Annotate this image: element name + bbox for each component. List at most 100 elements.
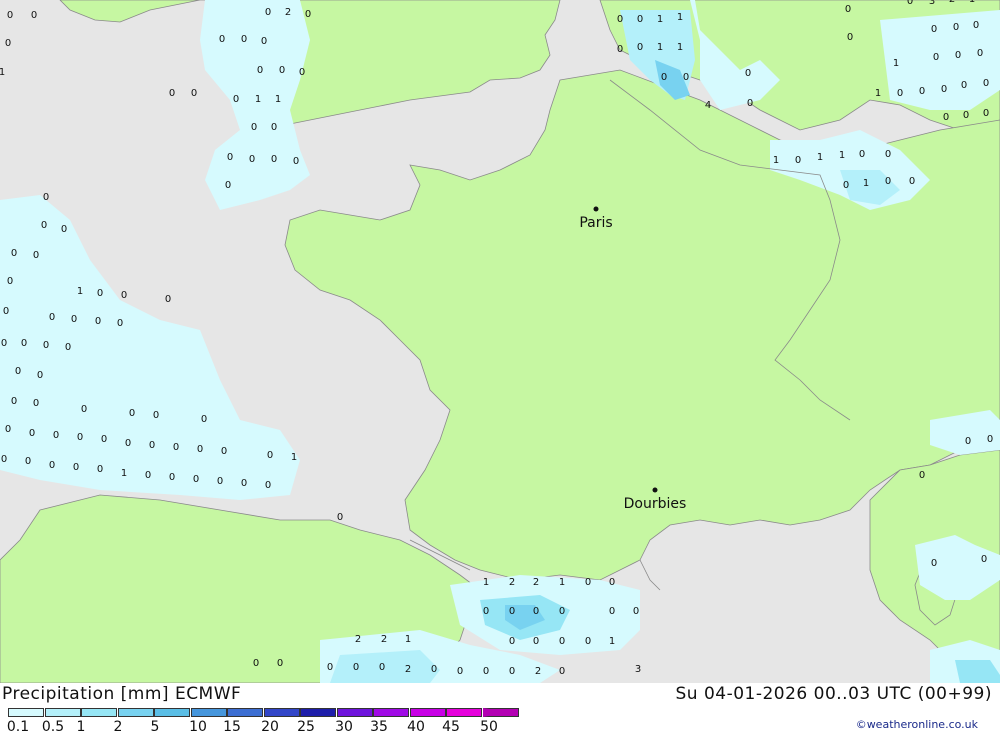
precip-value: 1 bbox=[559, 577, 565, 588]
precip-value: 1 bbox=[657, 14, 663, 25]
precip-value: 1 bbox=[969, 0, 975, 5]
precip-value: 2 bbox=[355, 634, 361, 645]
precip-value: 0 bbox=[431, 664, 437, 675]
precip-value: 0 bbox=[983, 108, 989, 119]
precip-value: 0 bbox=[233, 94, 239, 105]
precip-value: 1 bbox=[121, 468, 127, 479]
precip-value: 0 bbox=[379, 662, 385, 673]
precip-value: 0 bbox=[97, 288, 103, 299]
precip-value: 0 bbox=[953, 22, 959, 33]
legend-swatch bbox=[336, 708, 373, 717]
precip-value: 0 bbox=[609, 606, 615, 617]
precip-value: 0 bbox=[559, 636, 565, 647]
precip-value: 3 bbox=[929, 0, 935, 7]
precip-value: 1 bbox=[609, 636, 615, 647]
precip-value: 0 bbox=[931, 558, 937, 569]
precip-value: 0 bbox=[327, 662, 333, 673]
precip-value: 0 bbox=[77, 432, 83, 443]
precip-value: 0 bbox=[125, 438, 131, 449]
precip-value: 0 bbox=[483, 666, 489, 677]
precip-value: 0 bbox=[981, 554, 987, 565]
precip-value: 0 bbox=[121, 290, 127, 301]
precip-value: 0 bbox=[919, 470, 925, 481]
precip-value: 0 bbox=[149, 440, 155, 451]
precip-value: 0 bbox=[559, 606, 565, 617]
precip-value: 0 bbox=[933, 52, 939, 63]
precip-value: 0 bbox=[5, 424, 11, 435]
precip-value: 0 bbox=[191, 88, 197, 99]
precip-value: 1 bbox=[657, 42, 663, 53]
precip-value: 0 bbox=[169, 88, 175, 99]
precip-value: 0 bbox=[49, 460, 55, 471]
legend-swatch bbox=[190, 708, 227, 717]
precip-value: 0 bbox=[977, 48, 983, 59]
precip-value: 0 bbox=[201, 414, 207, 425]
precip-value: 0 bbox=[257, 65, 263, 76]
precip-value: 0 bbox=[271, 122, 277, 133]
precip-value: 1 bbox=[893, 58, 899, 69]
credit-link[interactable]: ©weatheronline.co.uk bbox=[856, 718, 978, 731]
precip-value: 0 bbox=[117, 318, 123, 329]
precip-value: 0 bbox=[843, 180, 849, 191]
legend-swatch bbox=[81, 708, 117, 717]
precip-value: 0 bbox=[885, 176, 891, 187]
precip-value: 3 bbox=[635, 664, 641, 675]
precip-value: 1 bbox=[677, 12, 683, 23]
precip-value: 0 bbox=[271, 154, 277, 165]
precip-value: 0 bbox=[33, 250, 39, 261]
precip-value: 0 bbox=[129, 408, 135, 419]
precip-value: 0 bbox=[683, 72, 689, 83]
precip-value: 0 bbox=[241, 478, 247, 489]
precip-value: 0 bbox=[267, 450, 273, 461]
legend-swatch bbox=[263, 708, 300, 717]
precip-value: 0 bbox=[21, 338, 27, 349]
precip-value: 0 bbox=[633, 606, 639, 617]
precip-value: 0 bbox=[955, 50, 961, 61]
precip-value: 0 bbox=[457, 666, 463, 677]
precipitation-map[interactable]: 0 0 0 2 0 0 0 0 0 1 0 0 0 0 0 0 1 1 0 0 0 0 0 0 0 0 0 0 0 0 0 1 0 0 0 0 0 0 0 0… bbox=[0, 0, 1000, 683]
precip-value: 0 bbox=[637, 14, 643, 25]
precip-value: 0 bbox=[11, 248, 17, 259]
precip-value: 0 bbox=[585, 636, 591, 647]
precip-value: 0 bbox=[353, 662, 359, 673]
precip-value: 0 bbox=[227, 152, 233, 163]
precip-value: 0 bbox=[973, 20, 979, 31]
svg-text:Dourbies: Dourbies bbox=[624, 496, 687, 512]
precip-value: 0 bbox=[983, 78, 989, 89]
precip-value: 0 bbox=[217, 476, 223, 487]
precip-value: 0 bbox=[71, 314, 77, 325]
precip-value: 0 bbox=[197, 444, 203, 455]
precip-value: 0 bbox=[249, 154, 255, 165]
precip-value: 2 bbox=[509, 577, 515, 588]
precip-value: 0 bbox=[279, 65, 285, 76]
precip-value: 0 bbox=[73, 462, 79, 473]
precip-value: 0 bbox=[11, 396, 17, 407]
precip-value: 0 bbox=[219, 34, 225, 45]
precip-value: 0 bbox=[987, 434, 993, 445]
precip-value: 0 bbox=[1, 454, 7, 465]
precip-value: 0 bbox=[961, 80, 967, 91]
precip-value: 1 bbox=[405, 634, 411, 645]
precip-value: 0 bbox=[3, 306, 9, 317]
precip-value: 0 bbox=[617, 14, 623, 25]
precip-value: 0 bbox=[943, 112, 949, 123]
precip-value: 2 bbox=[285, 7, 291, 18]
legend-swatch bbox=[373, 708, 409, 717]
precip-value: 0 bbox=[919, 86, 925, 97]
precip-value: 0 bbox=[509, 606, 515, 617]
legend-swatch bbox=[227, 708, 263, 717]
legend-swatch bbox=[446, 708, 482, 717]
precip-value: 0 bbox=[509, 666, 515, 677]
precip-value: 2 bbox=[533, 577, 539, 588]
precip-value: 1 bbox=[483, 577, 489, 588]
precip-value: 1 bbox=[863, 178, 869, 189]
precip-value: 0 bbox=[337, 512, 343, 523]
precip-value: 0 bbox=[965, 436, 971, 447]
precip-value: 0 bbox=[145, 470, 151, 481]
precip-value: 0 bbox=[559, 666, 565, 677]
precip-value: 2 bbox=[381, 634, 387, 645]
precip-value: 0 bbox=[25, 456, 31, 467]
legend-swatch bbox=[8, 708, 44, 717]
legend-swatch bbox=[300, 708, 336, 717]
precip-value: 0 bbox=[585, 577, 591, 588]
